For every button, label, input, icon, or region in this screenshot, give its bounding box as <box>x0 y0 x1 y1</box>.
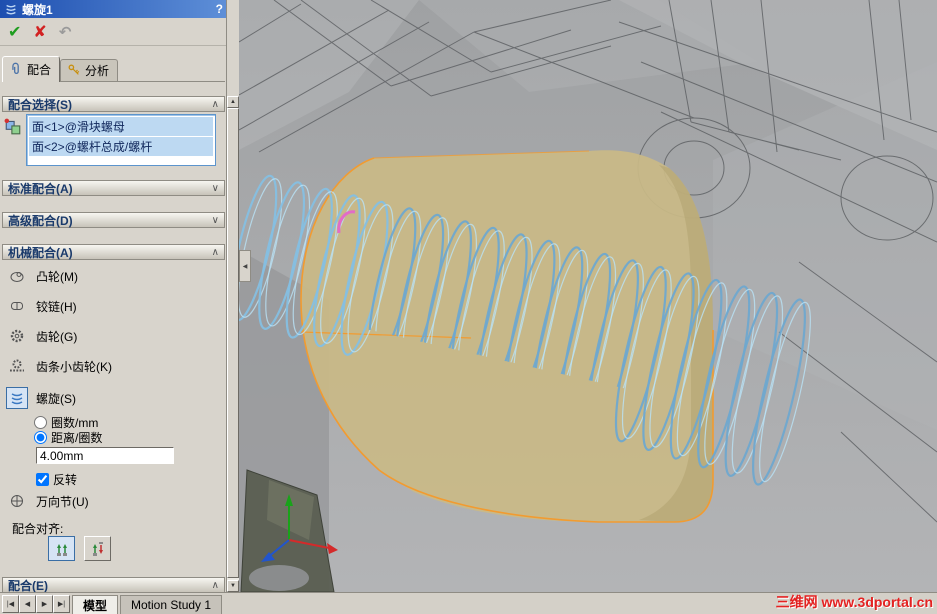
mate-type-gear[interactable]: 齿轮(G) <box>6 324 77 348</box>
panel-toolbar: ✔ ✘ ↶ <box>0 20 226 46</box>
aligned-button[interactable] <box>48 536 75 561</box>
chevron-up-icon: ∧ <box>211 246 219 258</box>
tab-analysis-label: 分析 <box>85 63 110 78</box>
rack-pinion-label: 齿条小齿轮(K) <box>36 359 112 374</box>
nav-first-button[interactable]: |◀ <box>2 595 19 613</box>
mate-type-hinge[interactable]: 铰链(H) <box>6 294 77 318</box>
nav-last-button[interactable]: ▶| <box>53 595 70 613</box>
section-mates-label: 配合(E) <box>8 578 48 593</box>
cam-label: 凸轮(M) <box>36 269 78 284</box>
screw-label: 螺旋(S) <box>36 391 76 406</box>
radio-revolutions-input[interactable] <box>34 415 47 429</box>
radio-revolutions-per-mm[interactable]: 圈数/mm <box>34 415 98 430</box>
tab-analysis[interactable]: 分析 <box>60 59 119 81</box>
section-mechanical-mates-label: 机械配合(A) <box>8 245 73 260</box>
anti-aligned-button[interactable] <box>84 536 111 561</box>
aligned-icon <box>56 543 67 556</box>
section-mates[interactable]: 配合(E) ∧ <box>2 577 225 592</box>
radio-distance-label: 距离/圈数 <box>51 430 103 445</box>
screw-mate-icon <box>6 4 16 15</box>
section-standard-mates[interactable]: 标准配合(A) ∨ <box>2 180 225 196</box>
section-advanced-mates[interactable]: 高级配合(D) ∨ <box>2 212 225 228</box>
panel-collapse-tab[interactable]: ◀ <box>239 250 251 282</box>
panel-scrollbar[interactable]: ▲ ▼ <box>227 96 239 592</box>
reverse-label: 反转 <box>53 473 78 487</box>
universal-joint-label: 万向节(U) <box>36 494 89 509</box>
hinge-icon <box>6 295 28 317</box>
tab-motion-study-1[interactable]: Motion Study 1 <box>120 595 223 614</box>
tab-mate-label: 配合 <box>27 62 52 77</box>
section-mate-selections[interactable]: 配合选择(S) ∧ <box>2 96 225 112</box>
motion-manager-bar: |◀ ◀ ▶ ▶| 模型 Motion Study 1 三维网 www.3dpo… <box>0 592 937 614</box>
mate-type-rack-pinion[interactable]: 齿条小齿轮(K) <box>6 354 112 378</box>
graphics-area[interactable] <box>239 0 937 592</box>
panel-tabs: 配合 分析 <box>2 54 225 82</box>
mate-selection-listbox[interactable]: 面<1>@滑块螺母 面<2>@螺杆总成/螺杆 <box>26 114 216 166</box>
universal-joint-icon <box>6 490 28 512</box>
watermark-text: 三维网 www.3dportal.cn <box>775 594 933 610</box>
paperclip-icon <box>12 62 19 74</box>
mate-alignment-label: 配合对齐: <box>12 522 64 536</box>
gear-label: 齿轮(G) <box>36 329 78 344</box>
reverse-checkbox-row[interactable]: 反转 <box>36 472 77 487</box>
distance-value-input[interactable] <box>36 447 174 464</box>
ok-button[interactable]: ✔ <box>8 24 21 41</box>
undo-button[interactable]: ↶ <box>59 25 72 40</box>
scrollbar-thumb[interactable] <box>227 108 239 578</box>
property-manager-panel: 螺旋1 ? ✔ ✘ ↶ 配合 分析 配合选择(S) ∧ 面<1>@滑块螺母 面<… <box>0 0 227 592</box>
3d-viewport[interactable] <box>239 0 937 592</box>
mate-type-cam[interactable]: 凸轮(M) <box>6 264 78 288</box>
nav-next-button[interactable]: ▶ <box>36 595 53 613</box>
radio-distance-input[interactable] <box>34 430 47 444</box>
keys-icon <box>68 64 80 75</box>
chevron-up-icon: ∧ <box>211 98 219 110</box>
selected-face-2[interactable]: 面<2>@螺杆总成/螺杆 <box>29 137 213 156</box>
chevron-down-icon: ∨ <box>211 182 219 194</box>
tab-model[interactable]: 模型 <box>72 595 119 614</box>
panel-titlebar: 螺旋1 ? <box>0 0 226 18</box>
section-mechanical-mates[interactable]: 机械配合(A) ∧ <box>2 244 225 260</box>
rack-pinion-icon <box>6 355 28 377</box>
hinge-label: 铰链(H) <box>36 299 77 314</box>
reverse-checkbox[interactable] <box>36 473 49 486</box>
section-advanced-mates-label: 高级配合(D) <box>8 213 73 228</box>
mate-type-screw[interactable]: 螺旋(S) <box>6 386 76 410</box>
panel-title: 螺旋1 <box>22 2 53 17</box>
mate-selection-icon <box>4 118 22 139</box>
tab-mate[interactable]: 配合 <box>2 56 61 82</box>
chevron-down-icon: ∨ <box>211 214 219 226</box>
section-standard-mates-label: 标准配合(A) <box>8 181 73 196</box>
scrollbar-up-button[interactable]: ▲ <box>227 96 239 108</box>
cam-icon <box>6 265 28 287</box>
selected-face-1[interactable]: 面<1>@滑块螺母 <box>29 117 213 136</box>
nav-prev-button[interactable]: ◀ <box>19 595 36 613</box>
mate-type-universal-joint[interactable]: 万向节(U) <box>6 489 89 513</box>
chevron-up-icon: ∧ <box>211 579 219 591</box>
help-button[interactable]: ? <box>216 2 223 16</box>
section-mate-selections-label: 配合选择(S) <box>8 97 72 112</box>
radio-distance-per-rev[interactable]: 距离/圈数 <box>34 430 103 445</box>
cancel-button[interactable]: ✘ <box>33 24 46 41</box>
anti-aligned-icon <box>92 541 103 556</box>
scrollbar-down-button[interactable]: ▼ <box>227 580 239 592</box>
gear-icon <box>6 325 28 347</box>
screw-icon <box>6 387 28 409</box>
